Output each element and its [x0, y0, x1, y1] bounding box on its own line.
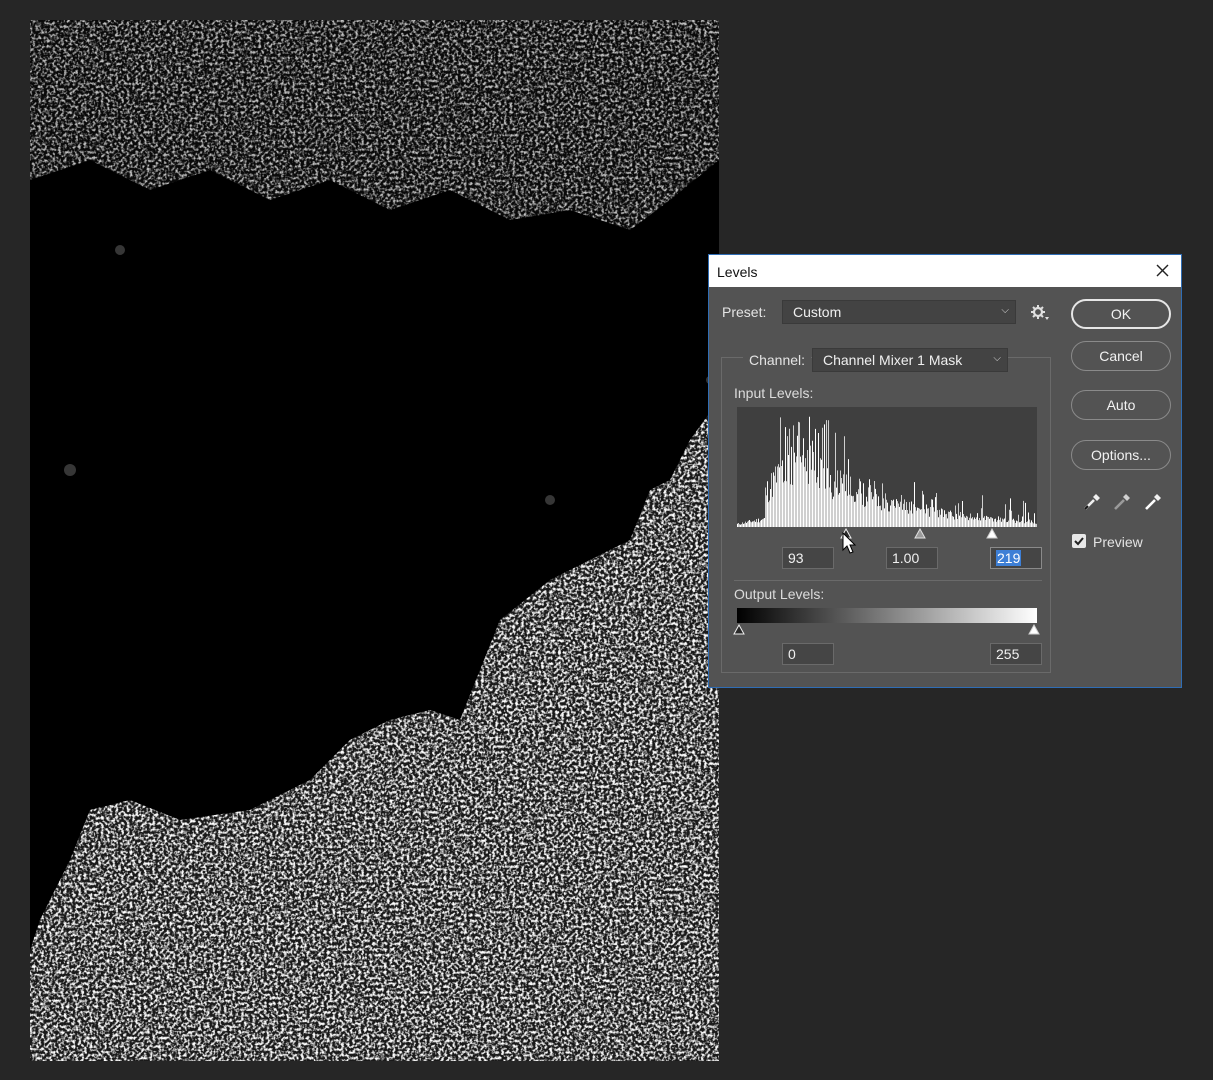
black-point-eyedropper-icon[interactable] [1081, 491, 1103, 513]
channel-select[interactable]: Channel Mixer 1 Mask ⌵ [812, 348, 1008, 372]
preset-value: Custom [793, 304, 842, 320]
input-white-value: 219 [996, 550, 1022, 566]
chevron-down-icon: ⌵ [1001, 305, 1009, 316]
histogram-graph [737, 416, 1037, 527]
separator [734, 580, 1042, 581]
output-gradient [737, 608, 1037, 623]
histogram [737, 407, 1037, 527]
input-white-field[interactable]: 219 [990, 547, 1042, 569]
input-black-field[interactable]: 93 [782, 547, 834, 569]
chevron-down-icon: ⌵ [993, 353, 1001, 364]
dialog-titlebar[interactable]: Levels [709, 255, 1181, 287]
input-gamma-value: 1.00 [892, 550, 920, 566]
input-white-slider[interactable] [986, 528, 998, 540]
output-white-value: 255 [996, 646, 1020, 662]
input-levels-label: Input Levels: [734, 385, 814, 401]
gear-icon [1031, 305, 1049, 320]
output-levels-label: Output Levels: [734, 586, 825, 602]
preset-options-button[interactable] [1029, 303, 1051, 323]
gray-point-eyedropper-icon[interactable] [1111, 491, 1133, 513]
channel-value: Channel Mixer 1 Mask [823, 352, 963, 368]
preview-label: Preview [1093, 534, 1143, 550]
input-gamma-field[interactable]: 1.00 [886, 547, 938, 569]
mouse-pointer-icon [842, 532, 857, 554]
output-black-slider[interactable] [733, 624, 745, 636]
preset-label: Preset: [722, 304, 767, 320]
levels-dialog: Levels Preset: Custom ⌵ Channel: Channel… [708, 254, 1182, 688]
document-canvas[interactable] [30, 20, 719, 1061]
input-black-value: 93 [788, 550, 804, 566]
ok-button[interactable]: OK [1071, 299, 1171, 329]
options-button[interactable]: Options... [1071, 440, 1171, 470]
channel-label: Channel: [743, 352, 812, 368]
preview-checkbox[interactable] [1072, 534, 1086, 548]
white-point-eyedropper-icon[interactable] [1142, 491, 1164, 513]
output-black-field[interactable]: 0 [782, 643, 834, 665]
cancel-button[interactable]: Cancel [1071, 341, 1171, 371]
mask-image [30, 20, 719, 1061]
checkmark-icon [1074, 537, 1084, 546]
output-black-value: 0 [788, 646, 796, 662]
input-gamma-slider[interactable] [914, 528, 926, 540]
close-button[interactable] [1149, 259, 1175, 283]
preset-select[interactable]: Custom ⌵ [782, 300, 1016, 324]
output-white-field[interactable]: 255 [990, 643, 1042, 665]
output-white-slider[interactable] [1028, 624, 1040, 636]
auto-button[interactable]: Auto [1071, 390, 1171, 420]
dialog-title: Levels [717, 264, 758, 280]
close-icon [1156, 264, 1169, 277]
